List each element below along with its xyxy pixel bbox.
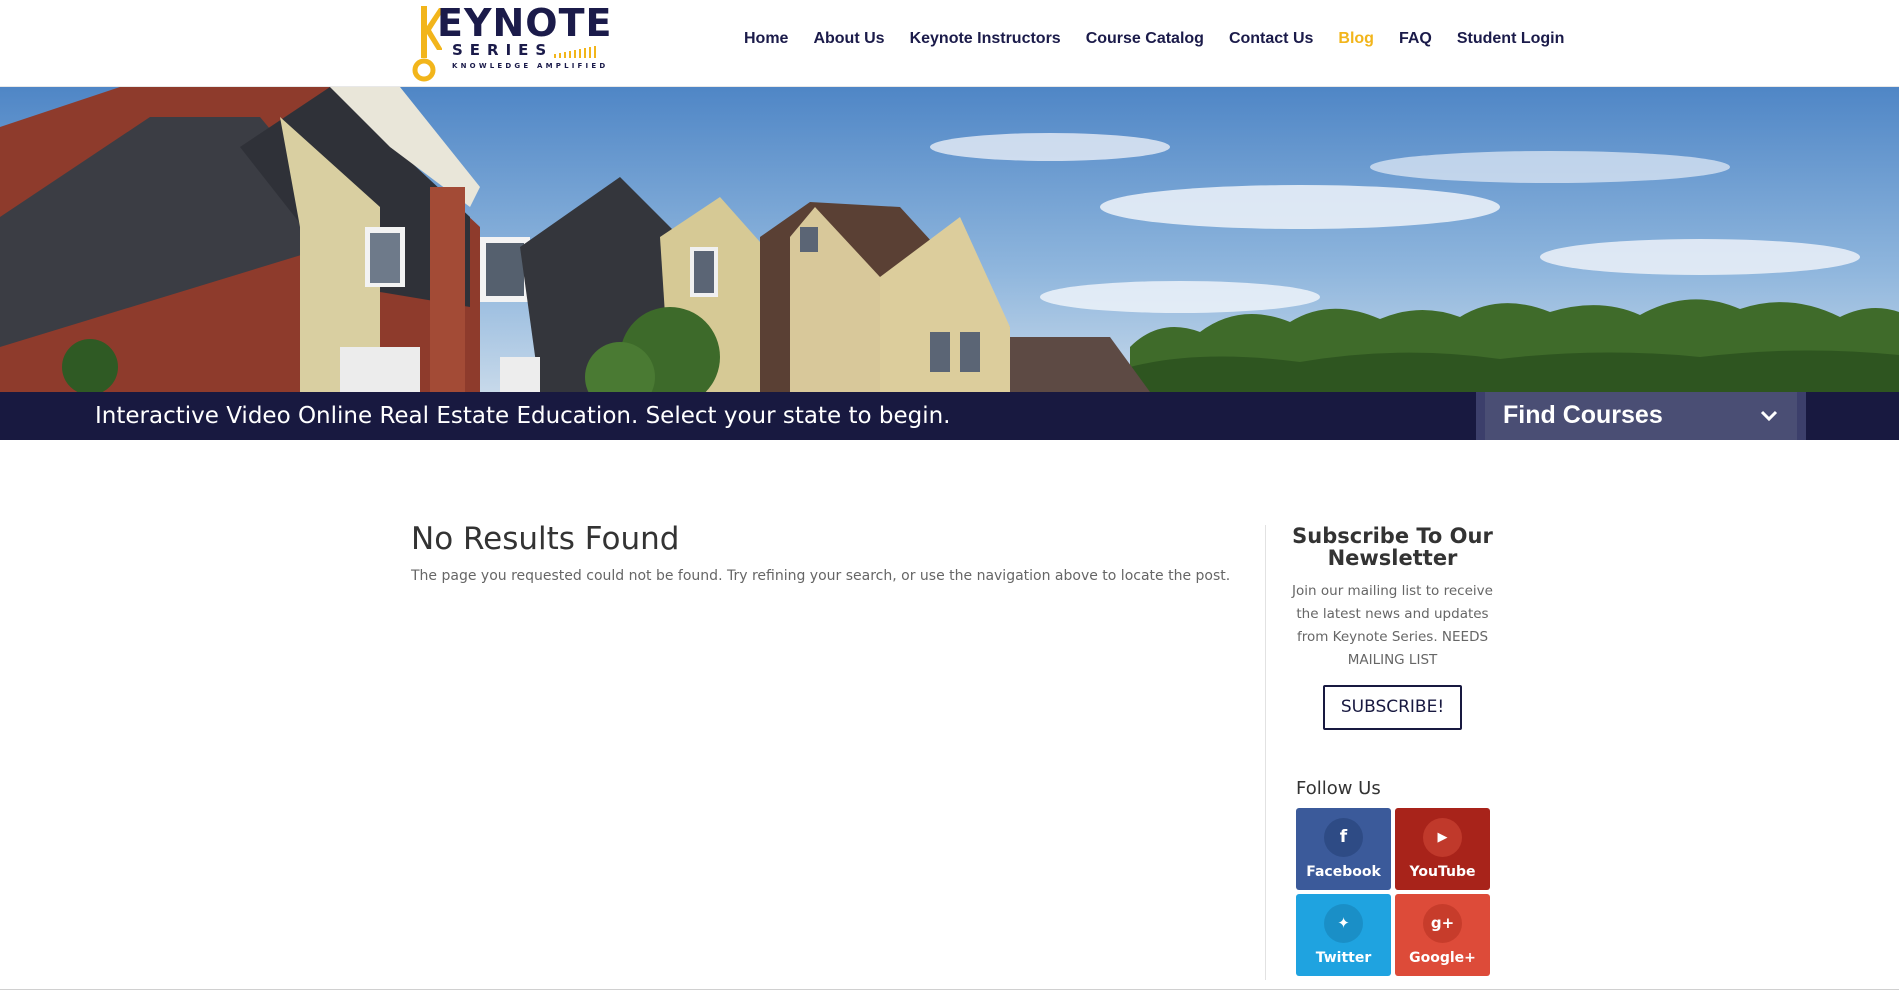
facebook-label: Facebook	[1306, 864, 1381, 880]
nav-student-login[interactable]: Student Login	[1457, 28, 1565, 50]
google-plus-icon: g+	[1430, 914, 1455, 932]
twitter-label: Twitter	[1315, 950, 1372, 966]
newsletter-description: Join our mailing list to receive the lat…	[1292, 583, 1493, 668]
nav-keynote-instructors[interactable]: Keynote Instructors	[910, 28, 1061, 50]
youtube-icon: ▶	[1437, 830, 1448, 845]
google-plus-label: Google+	[1409, 950, 1476, 966]
find-courses-dropdown[interactable]: Find Courses	[1476, 392, 1806, 440]
nav-faq[interactable]: FAQ	[1399, 28, 1432, 50]
nav-home[interactable]: Home	[744, 28, 788, 50]
youtube-label: YouTube	[1409, 864, 1476, 880]
page-title: No Results Found	[411, 521, 680, 557]
find-courses-label: Find Courses	[1503, 401, 1663, 429]
find-courses-select[interactable]: Find Courses	[1485, 392, 1797, 440]
twitter-icon: ✦	[1337, 914, 1350, 932]
signal-bars-icon	[554, 46, 596, 58]
subscribe-button[interactable]: SUBSCRIBE!	[1323, 685, 1462, 730]
footer-divider	[0, 989, 1899, 990]
facebook-button[interactable]: f Facebook	[1296, 808, 1391, 890]
nav-course-catalog[interactable]: Course Catalog	[1086, 28, 1204, 50]
nav-contact-us[interactable]: Contact Us	[1229, 28, 1313, 50]
logo-tagline: KNOWLEDGE AMPLIFIED	[452, 62, 609, 70]
main-navigation: Home About Us Keynote Instructors Course…	[744, 28, 1589, 50]
hero-house-image	[0, 87, 1899, 392]
youtube-button[interactable]: ▶ YouTube	[1395, 808, 1490, 890]
logo-series-text: SERIES	[452, 41, 554, 59]
nav-blog[interactable]: Blog	[1338, 28, 1374, 50]
google-plus-button[interactable]: g+ Google+	[1395, 894, 1490, 976]
logo-wordmark: EYNOTE	[437, 1, 613, 45]
follow-us-heading: Follow Us	[1296, 778, 1381, 799]
banner-tagline: Interactive Video Online Real Estate Edu…	[95, 403, 951, 429]
nav-about-us[interactable]: About Us	[813, 28, 884, 50]
twitter-button[interactable]: ✦ Twitter	[1296, 894, 1391, 976]
newsletter-title: Subscribe To Our Newsletter	[1292, 524, 1493, 570]
sidebar-divider	[1265, 525, 1266, 980]
site-header: EYNOTE SERIES KNOWLEDGE AMPLIFIED Home A…	[0, 0, 1899, 87]
chevron-down-icon	[1760, 410, 1778, 422]
no-results-message: The page you requested could not be foun…	[411, 568, 1231, 584]
facebook-icon: f	[1339, 827, 1348, 847]
keynote-series-logo[interactable]: EYNOTE SERIES KNOWLEDGE AMPLIFIED	[412, 1, 611, 82]
